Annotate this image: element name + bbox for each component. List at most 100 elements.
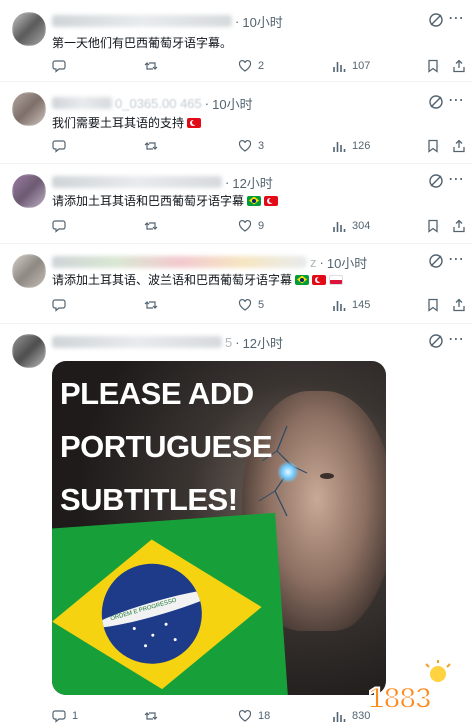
repost-button[interactable] — [144, 297, 164, 313]
bookmark-icon[interactable] — [426, 298, 440, 312]
like-count: 3 — [258, 140, 265, 152]
views-button[interactable]: 145 — [332, 297, 370, 313]
timestamp[interactable]: 10小时 — [327, 253, 367, 272]
tweet-media-image[interactable]: ORDEM E PROGRESSO PLEASE ADD PORTUGUESE … — [52, 361, 386, 695]
share-icon[interactable] — [452, 139, 466, 153]
tweet[interactable]: · 12小时 请添加土耳其语和巴西葡萄牙语字幕 ⋯ 9 304 — [0, 164, 472, 244]
share-icon[interactable] — [452, 219, 466, 233]
like-button[interactable]: 5 — [238, 297, 264, 313]
more-icon[interactable]: ⋯ — [448, 172, 464, 191]
repost-icon — [144, 712, 158, 720]
tweet-text-content: 请添加土耳其语和巴西葡萄牙语字幕 — [52, 194, 245, 208]
timestamp[interactable]: 12小时 — [232, 173, 272, 192]
tweet-text: 我们需要土耳其语的支持 — [52, 114, 202, 131]
repost-icon — [144, 142, 158, 150]
avatar[interactable] — [12, 12, 46, 46]
headline-line: SUBTITLES! — [60, 482, 238, 517]
bookmark-icon[interactable] — [426, 59, 440, 73]
tweet[interactable]: · 10小时 第一天他们有巴西葡萄牙语字幕。 ⋯ 2 107 — [0, 0, 472, 82]
repost-button[interactable] — [144, 138, 164, 154]
timestamp[interactable]: 10小时 — [242, 12, 282, 31]
reply-icon — [52, 710, 66, 723]
views-count: 304 — [352, 220, 371, 232]
flag-star — [164, 622, 168, 626]
like-count: 9 — [258, 220, 265, 232]
like-button[interactable]: 18 — [238, 708, 270, 724]
site-watermark: 1883 — [367, 660, 464, 720]
username-blurred[interactable] — [52, 336, 222, 348]
timestamp[interactable]: 10小时 — [212, 94, 252, 113]
media-headline: PLEASE ADD PORTUGUESE SUBTITLES! — [60, 367, 273, 526]
glowing-eye — [277, 461, 299, 483]
flag-star — [132, 626, 136, 631]
repost-button[interactable] — [144, 708, 164, 724]
turkey-flag-icon — [312, 274, 327, 285]
avatar[interactable] — [12, 174, 46, 208]
views-icon — [333, 62, 346, 72]
grok-icon[interactable] — [428, 253, 444, 269]
views-icon — [333, 222, 346, 232]
like-count: 5 — [258, 299, 265, 311]
reply-button[interactable]: 1 — [52, 708, 78, 724]
flag-star — [151, 633, 155, 637]
bookmark-icon[interactable] — [426, 219, 440, 233]
tweet-header: 0_0365.00 465 · 10小时 — [52, 94, 253, 112]
dot: · — [319, 254, 324, 270]
more-icon[interactable]: ⋯ — [448, 11, 464, 30]
more-icon[interactable]: ⋯ — [448, 252, 464, 271]
views-button[interactable]: 107 — [332, 58, 370, 74]
tweet-actions: 3 126 — [52, 138, 465, 154]
reply-button[interactable] — [52, 138, 72, 154]
reply-button[interactable] — [52, 297, 72, 313]
views-button[interactable]: 304 — [332, 218, 370, 234]
more-icon[interactable]: ⋯ — [448, 332, 464, 351]
repost-button[interactable] — [144, 218, 164, 234]
bookmark-icon[interactable] — [426, 139, 440, 153]
portrait-eye — [320, 473, 334, 479]
views-button[interactable]: 830 — [332, 708, 370, 724]
avatar[interactable] — [12, 92, 46, 126]
like-button[interactable]: 3 — [238, 138, 264, 154]
like-button[interactable]: 9 — [238, 218, 264, 234]
reply-count: 1 — [72, 710, 79, 722]
username-blurred[interactable] — [52, 256, 307, 268]
like-count: 18 — [258, 710, 271, 722]
watermark-text: 1883 — [367, 681, 433, 716]
flag-band: ORDEM E PROGRESSO — [98, 583, 206, 634]
repost-icon — [144, 301, 158, 309]
like-button[interactable]: 2 — [238, 58, 264, 74]
flag-motto: ORDEM E PROGRESSO — [109, 597, 178, 623]
turkey-flag-icon — [187, 117, 202, 128]
grok-icon[interactable] — [428, 333, 444, 349]
brazil-flag-graphic: ORDEM E PROGRESSO — [52, 512, 289, 695]
avatar[interactable] — [12, 254, 46, 288]
tweet[interactable]: 0_0365.00 465 · 10小时 我们需要土耳其语的支持 ⋯ 3 126 — [0, 82, 472, 164]
views-button[interactable]: 126 — [332, 138, 370, 154]
repost-button[interactable] — [144, 58, 164, 74]
dot: · — [204, 95, 210, 111]
views-count: 145 — [352, 299, 371, 311]
more-icon[interactable]: ⋯ — [448, 93, 464, 112]
share-icon[interactable] — [452, 298, 466, 312]
username-blurred[interactable] — [52, 176, 222, 188]
grok-icon[interactable] — [428, 173, 444, 189]
grok-icon[interactable] — [428, 12, 444, 28]
turkey-flag-icon — [264, 195, 279, 206]
like-icon — [238, 298, 252, 311]
handle-fragment[interactable]: 5 — [225, 335, 232, 350]
handle-fragment[interactable]: z — [310, 255, 317, 270]
brazil-flag-icon — [247, 195, 262, 206]
share-icon[interactable] — [452, 59, 466, 73]
views-icon — [333, 301, 346, 311]
grok-icon[interactable] — [428, 94, 444, 110]
avatar[interactable] — [12, 334, 46, 368]
handle-fragment[interactable]: 0_0365.00 465 — [115, 96, 202, 111]
reply-button[interactable] — [52, 58, 72, 74]
username-blurred[interactable] — [52, 15, 232, 27]
brazil-flag-icon — [295, 274, 310, 285]
username-blurred[interactable] — [52, 97, 112, 109]
timestamp[interactable]: 12小时 — [243, 333, 283, 352]
reply-button[interactable] — [52, 218, 72, 234]
views-count: 126 — [352, 140, 371, 152]
tweet[interactable]: z · 10小时 请添加土耳其语、波兰语和巴西葡萄牙语字幕 ⋯ 5 145 — [0, 244, 472, 324]
